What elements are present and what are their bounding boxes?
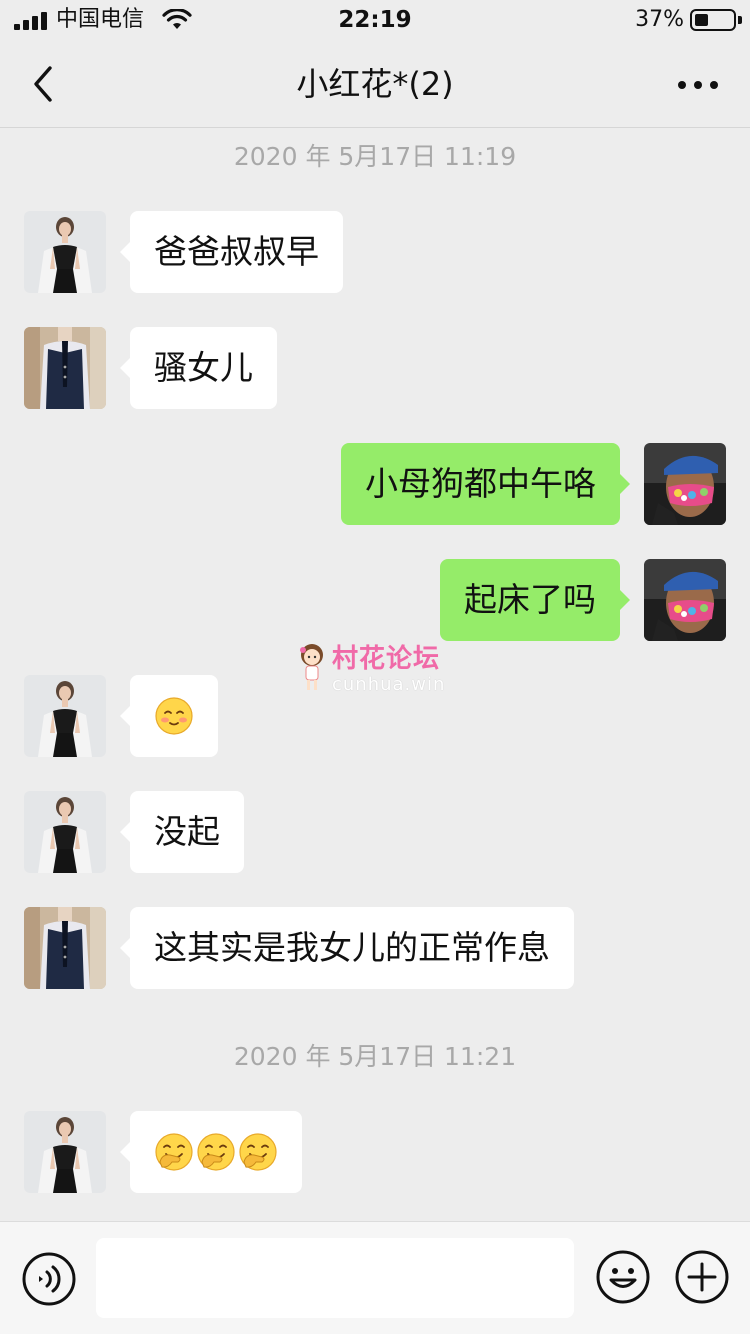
message-bubble[interactable] [120, 675, 218, 757]
facepalm-laugh-icon [196, 1132, 236, 1172]
battery-level-fill [695, 14, 708, 26]
timestamp: 2020 年 5月17日 11:21 [233, 1042, 517, 1071]
battery-icon [690, 9, 736, 31]
chat-title: 小红花*(2) [296, 65, 454, 103]
watermark-title: 村花论坛 [332, 644, 441, 674]
input-bar [0, 1221, 750, 1334]
smiley-icon[interactable] [596, 1250, 650, 1304]
message-bubble[interactable]: 爸爸叔叔早 [120, 211, 343, 293]
message-bubble[interactable]: 这其实是我女儿的正常作息 [120, 907, 574, 989]
watermark: 村花论坛 cunhua.win [298, 640, 468, 696]
avatar-woman[interactable] [24, 791, 106, 873]
message-bubble[interactable]: 没起 [120, 791, 244, 873]
facepalm-laugh-icon [154, 1132, 194, 1172]
avatar-woman[interactable] [24, 675, 106, 757]
message-input[interactable] [96, 1238, 574, 1318]
avatar-woman[interactable] [24, 1111, 106, 1193]
voice-icon[interactable] [22, 1252, 76, 1306]
avatar-self[interactable] [644, 443, 726, 525]
status-bar: 中国电信 22:19 37% [0, 0, 750, 40]
facepalm-laugh-icon [238, 1132, 278, 1172]
more-dots-icon[interactable] [676, 70, 720, 98]
message-bubble-outgoing[interactable]: 小母狗都中午咯 [341, 443, 630, 525]
blushing-face-icon [154, 696, 194, 736]
avatar-woman[interactable] [24, 211, 106, 293]
cartoon-girl-icon [300, 644, 323, 690]
message-bubble[interactable] [120, 1111, 302, 1193]
plus-icon[interactable] [675, 1250, 729, 1304]
battery-nub [738, 16, 742, 24]
chat-header: 小红花*(2) [0, 40, 750, 128]
message-bubble[interactable]: 骚女儿 [120, 327, 277, 409]
message-bubble-outgoing[interactable]: 起床了吗 [440, 559, 630, 641]
avatar-man-vest[interactable] [24, 907, 106, 989]
avatar-self[interactable] [644, 559, 726, 641]
watermark-url: cunhua.win [332, 674, 446, 695]
timestamp: 2020 年 5月17日 11:19 [233, 142, 517, 171]
avatar-man-vest[interactable] [24, 327, 106, 409]
battery-percent: 37% [635, 7, 684, 32]
